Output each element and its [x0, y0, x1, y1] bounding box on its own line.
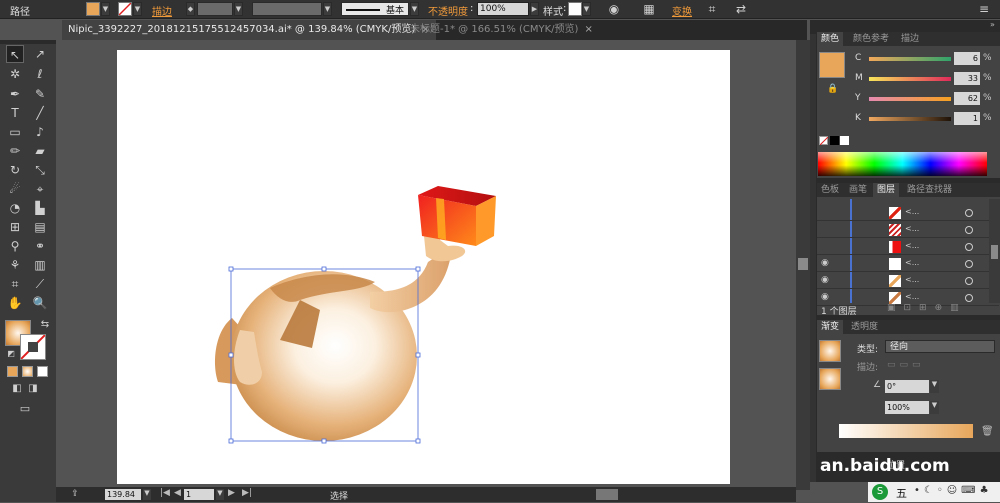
tab-color-guide[interactable]: 颜色参考	[849, 32, 893, 46]
vertical-scrollbar[interactable]	[796, 40, 810, 490]
last-artboard-icon[interactable]: ▶|	[242, 488, 252, 498]
target-icon[interactable]	[965, 294, 973, 302]
resize-handle[interactable]	[415, 438, 421, 444]
layers-scrollbar[interactable]	[989, 199, 1000, 303]
aspect-dropdown-icon[interactable]: ▼	[930, 401, 939, 414]
artboard-field[interactable]: 1	[184, 489, 214, 500]
visibility-eye-icon[interactable]: ◉	[821, 275, 835, 287]
cyan-value[interactable]: 6	[954, 52, 980, 65]
yellow-value[interactable]: 62	[954, 92, 980, 105]
resize-handle[interactable]	[321, 438, 327, 444]
angle-dropdown-icon[interactable]: ▼	[930, 380, 939, 393]
type-label: 类型:	[857, 345, 879, 355]
target-icon[interactable]	[965, 260, 973, 268]
visibility-eye-icon[interactable]: ◉	[821, 292, 835, 304]
tab-stroke[interactable]: 描边	[897, 32, 923, 46]
color-spectrum[interactable]	[818, 152, 987, 176]
layer-thumbnail	[889, 224, 901, 236]
layer-row[interactable]: ◉ <...	[817, 273, 999, 289]
status-bar: ⇪ 139.84 ▼ |◀ ◀ 1 ▼ ▶ ▶| 选择	[56, 487, 796, 502]
tab-pathfinder[interactable]: 路径查找器	[903, 183, 956, 197]
tab-color[interactable]: 颜色	[817, 32, 844, 46]
color-panel: 颜色 颜色参考 描边 🔒 C 6 % M 33 % Y 62 % K 1 %	[817, 32, 1000, 178]
resize-handle[interactable]	[415, 266, 421, 272]
magenta-slider[interactable]: M 33 %	[817, 72, 999, 88]
tab-layers[interactable]: 图层	[873, 183, 900, 197]
resize-handle[interactable]	[415, 352, 421, 358]
black-slider[interactable]: K 1 %	[817, 112, 999, 128]
white-swatch[interactable]	[840, 136, 849, 145]
tab-transparency[interactable]: 透明度	[847, 320, 882, 334]
artboard-dropdown-icon[interactable]: ▼	[216, 489, 224, 500]
input-method-icon[interactable]: S	[872, 484, 888, 500]
target-icon[interactable]	[965, 277, 973, 285]
delete-stop-icon[interactable]: 🗑	[981, 426, 994, 437]
none-swatch[interactable]	[819, 136, 829, 146]
angle-icon: ∠	[873, 380, 882, 390]
resize-handle[interactable]	[321, 266, 327, 272]
target-icon[interactable]	[965, 226, 973, 234]
zoom-dropdown-icon[interactable]: ▼	[143, 489, 151, 500]
cyan-slider[interactable]: C 6 %	[817, 52, 999, 68]
black-swatch[interactable]	[830, 136, 839, 145]
ime-mode[interactable]: 五	[896, 485, 907, 501]
zoom-field[interactable]: 139.84	[105, 489, 141, 500]
resize-handle[interactable]	[228, 438, 234, 444]
target-icon[interactable]	[965, 243, 973, 251]
layer-row[interactable]: <...	[817, 239, 999, 255]
layer-thumbnail	[889, 258, 901, 270]
layer-row[interactable]: ◉ <...	[817, 256, 999, 272]
resize-handle[interactable]	[228, 266, 234, 272]
resize-handle[interactable]	[228, 352, 234, 358]
tab-swatches[interactable]: 色板	[817, 183, 843, 197]
magenta-value[interactable]: 33	[954, 72, 980, 85]
gradient-slider[interactable]	[839, 424, 973, 438]
layer-thumbnail	[889, 207, 901, 219]
horizontal-scroll-thumb[interactable]	[596, 489, 618, 500]
visibility-eye-icon[interactable]: ◉	[821, 258, 835, 270]
gradient-panel: 渐变 透明度 类型: 径向 描边: ▭▭▭ ∠ 0° ▼ 100% ▼ 🗑 位置	[817, 320, 1000, 471]
stroke-gradient-options[interactable]: ▭▭▭	[887, 360, 925, 370]
scroll-thumb[interactable]	[798, 258, 808, 270]
gradient-preview[interactable]	[819, 340, 841, 362]
collapse-panels-icon[interactable]: »	[990, 20, 1000, 32]
aspect-field[interactable]: 100%	[885, 401, 929, 414]
tab-gradient[interactable]: 渐变	[817, 320, 844, 334]
layer-row[interactable]: <...	[817, 205, 999, 221]
black-value[interactable]: 1	[954, 112, 980, 125]
layer-count: 1 个图层	[821, 307, 857, 317]
tray-icons[interactable]: •☾◦☺⌨♣	[914, 485, 993, 496]
layer-actions[interactable]: ▣⊡⊞⊕▥	[887, 303, 967, 313]
layer-row[interactable]: <...	[817, 222, 999, 238]
next-artboard-icon[interactable]: ▶	[228, 488, 235, 498]
current-tool-label: 选择	[330, 492, 349, 502]
watermark: an.baidu.com	[820, 456, 950, 476]
angle-field[interactable]: 0°	[885, 380, 929, 393]
target-icon[interactable]	[965, 209, 973, 217]
gradient-type-select[interactable]: 径向	[885, 340, 995, 353]
share-icon[interactable]: ⇪	[66, 485, 84, 503]
tab-brushes[interactable]: 画笔	[845, 183, 871, 197]
previous-artboard-icon[interactable]: ◀	[174, 488, 181, 498]
layer-thumbnail	[889, 241, 901, 253]
yellow-slider[interactable]: Y 62 %	[817, 92, 999, 108]
layers-panel: 色板 画笔 图层 路径查找器 <... <... <... ◉ <... ◉ <…	[817, 183, 1000, 317]
stroke-label: 描边:	[857, 363, 879, 373]
system-tray: S 五 •☾◦☺⌨♣	[868, 482, 1000, 502]
fill-box[interactable]	[819, 368, 841, 390]
layer-thumbnail	[889, 275, 901, 287]
first-artboard-icon[interactable]: |◀	[160, 488, 170, 498]
